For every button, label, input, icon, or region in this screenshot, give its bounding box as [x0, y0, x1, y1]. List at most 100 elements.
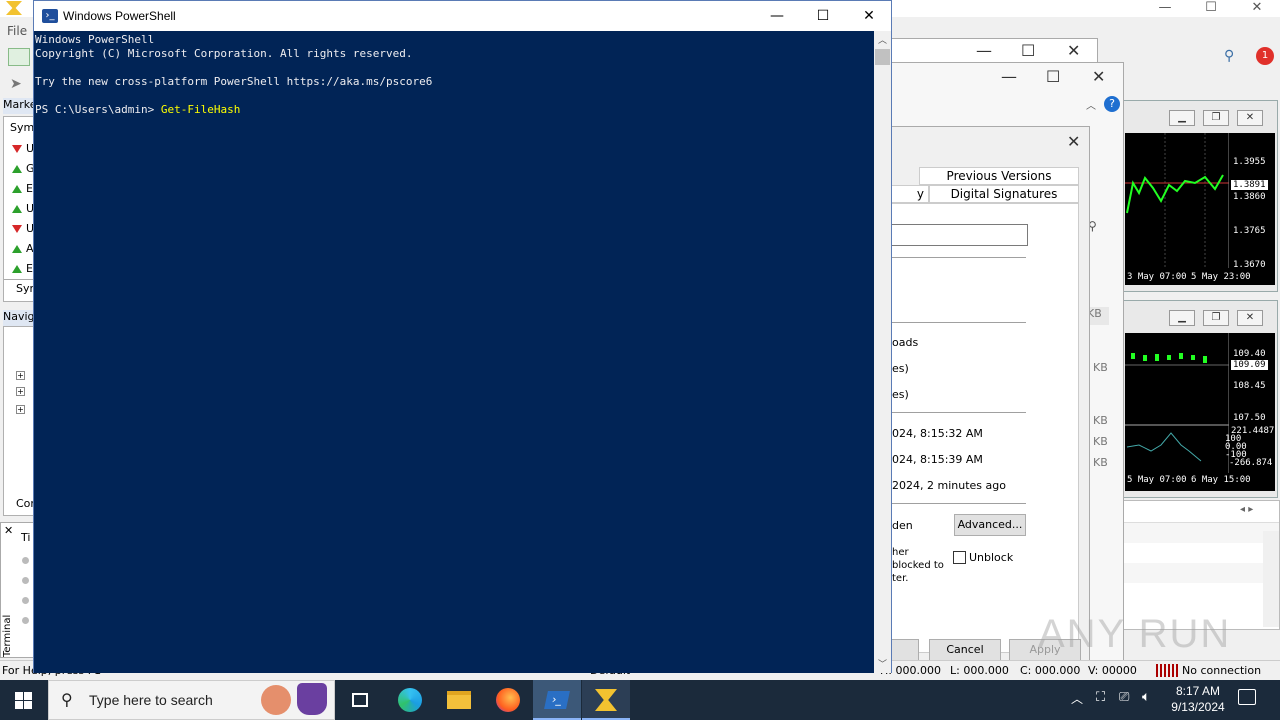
console-line: Windows PowerShell [35, 33, 155, 46]
up-arrow-icon [12, 205, 22, 213]
quote-row[interactable]: U [4, 219, 34, 239]
unblock-checkbox[interactable] [953, 551, 966, 564]
symbol-column-header: Sym [10, 121, 35, 134]
explorer-window-back: — ☐ ✕ [880, 38, 1098, 64]
quote-row[interactable]: U [4, 199, 34, 219]
file-explorer-button[interactable] [435, 680, 483, 720]
chart-close-button[interactable]: ✕ [1237, 310, 1263, 326]
size-on-disk-value: es) [892, 388, 909, 401]
cursor-tool-icon[interactable]: ➤ [10, 76, 26, 94]
metatrader-taskbar-button[interactable] [582, 680, 630, 720]
tab-digital-signatures[interactable]: Digital Signatures [929, 185, 1079, 203]
terminal-label: Terminal [2, 614, 13, 657]
notification-badge[interactable]: 1 [1256, 47, 1274, 65]
chart-close-button[interactable]: ✕ [1237, 110, 1263, 126]
quote-row[interactable]: E [4, 259, 33, 279]
minimize-icon[interactable]: — [976, 41, 992, 60]
price-label: 1.3955 [1233, 157, 1266, 167]
firefox-button[interactable] [484, 680, 532, 720]
task-view-button[interactable] [336, 680, 384, 720]
menu-file[interactable]: File [0, 24, 34, 42]
search-placeholder: Type here to search [89, 692, 213, 708]
close-icon[interactable]: ✕ [1092, 67, 1105, 86]
scroll-down-icon[interactable]: ﹀ [878, 657, 887, 670]
maximize-icon[interactable]: ☐ [1021, 41, 1035, 60]
unblock-label: Unblock [969, 551, 1014, 564]
expand-icon[interactable]: + [16, 387, 25, 396]
edge-icon [398, 688, 422, 712]
minimize-icon[interactable]: — [1001, 67, 1017, 86]
metatrader-logo-icon [6, 1, 22, 15]
clock-time: 8:17 AM [1175, 684, 1221, 698]
navigator-label: Navig [3, 310, 35, 326]
terminal-scrollbar[interactable] [1263, 531, 1279, 627]
firefox-icon [496, 688, 520, 712]
market-watch-panel: Sym U G E U U A E Sym [3, 116, 40, 302]
chart-minimize-button[interactable]: ▁ [1169, 110, 1195, 126]
chart-window-2[interactable]: ▁ ❐ ✕ 109.40 109.09 108.45 107.50 221.44… [1120, 300, 1278, 498]
close-button[interactable]: ✕ [846, 1, 892, 31]
expand-icon[interactable]: + [16, 371, 25, 380]
powershell-window[interactable]: ›_ Windows PowerShell — ☐ ✕ Windows Powe… [33, 0, 892, 673]
price-label: 1.3670 [1233, 260, 1266, 270]
cancel-button[interactable]: Cancel [929, 639, 1001, 661]
chevron-up-icon[interactable]: ︿ [1071, 690, 1083, 707]
chevron-up-icon[interactable]: ︿ [1086, 97, 1096, 112]
quote-row[interactable]: U [4, 139, 34, 159]
close-icon[interactable]: ✕ [1067, 132, 1080, 151]
scroll-thumb[interactable] [875, 49, 890, 65]
quote-row[interactable]: G [4, 159, 35, 179]
start-button[interactable] [0, 680, 48, 720]
chart-minimize-button[interactable]: ▁ [1169, 310, 1195, 326]
mt-maximize-button[interactable]: ☐ [1188, 0, 1234, 16]
search-icon[interactable]: ⚲ [1224, 48, 1234, 64]
console-output[interactable]: Windows PowerShell Copyright (C) Microsof… [34, 31, 874, 673]
chart-restore-button[interactable]: ❐ [1203, 310, 1229, 326]
chart-candles [1125, 133, 1229, 268]
accessed-value: 2024, 2 minutes ago [892, 479, 1006, 492]
powershell-titlebar[interactable]: ›_ Windows PowerShell — ☐ ✕ [34, 1, 891, 31]
chart-window-1[interactable]: ▁ ❐ ✕ 1.3955 1.3891 1.3860 1.3765 1.3670… [1120, 100, 1278, 292]
price-label: 109.40 [1233, 349, 1266, 359]
file-name-input[interactable] [882, 224, 1028, 246]
up-arrow-icon [12, 165, 22, 173]
quote-row[interactable]: E [4, 179, 33, 199]
tab-previous-versions[interactable]: Previous Versions [919, 167, 1079, 185]
powershell-icon: ›_ [544, 691, 570, 709]
scroll-up-icon[interactable]: ︿ [878, 33, 887, 46]
network-icon[interactable]: ⎚ [1119, 690, 1129, 705]
close-icon[interactable]: ✕ [1067, 41, 1080, 60]
chart-restore-button[interactable]: ❐ [1203, 110, 1229, 126]
maximize-button[interactable]: ☐ [800, 1, 846, 31]
security-text: her blocked to ter. [892, 547, 944, 584]
quote-row[interactable]: A [4, 239, 34, 259]
magic-hat-icon [297, 683, 327, 715]
price-chart[interactable]: 1.3955 1.3891 1.3860 1.3765 1.3670 3 May… [1125, 133, 1275, 285]
volume-value: V: 00000 [1088, 664, 1137, 677]
symbols-tab[interactable]: Sym [4, 279, 40, 297]
clock[interactable]: 8:17 AM 9/13/2024 [1162, 684, 1234, 714]
search-highlight-icon [261, 685, 291, 715]
maximize-icon[interactable]: ☐ [1046, 67, 1060, 86]
search-box[interactable]: ⚲ Type here to search [48, 680, 335, 720]
clock-date: 9/13/2024 [1171, 700, 1225, 714]
terminal-list [1122, 500, 1280, 630]
help-icon[interactable]: ? [1104, 96, 1120, 112]
close-terminal-icon[interactable]: ✕ [4, 524, 13, 537]
mt-close-button[interactable]: ✕ [1234, 0, 1280, 16]
powershell-taskbar-button[interactable]: ›_ [533, 680, 581, 720]
advanced-button[interactable]: Advanced... [954, 514, 1026, 536]
meet-now-icon[interactable]: ⛶ [1096, 690, 1105, 705]
nav-arrows[interactable]: ◂ ▸ [1240, 504, 1253, 515]
watermark: ANY RUN [1038, 612, 1232, 656]
notifications-icon[interactable] [1238, 689, 1256, 705]
up-arrow-icon [12, 265, 22, 273]
price-chart[interactable]: 109.40 109.09 108.45 107.50 221.4487 100… [1125, 333, 1275, 491]
minimize-button[interactable]: — [754, 1, 800, 31]
mt-minimize-button[interactable]: — [1142, 0, 1188, 16]
vertical-scrollbar[interactable]: ︿ ﹀ [874, 31, 891, 673]
new-order-icon[interactable] [8, 48, 30, 66]
edge-button[interactable] [386, 680, 434, 720]
volume-icon[interactable]: 🔈︎ [1142, 689, 1150, 705]
expand-icon[interactable]: + [16, 405, 25, 414]
